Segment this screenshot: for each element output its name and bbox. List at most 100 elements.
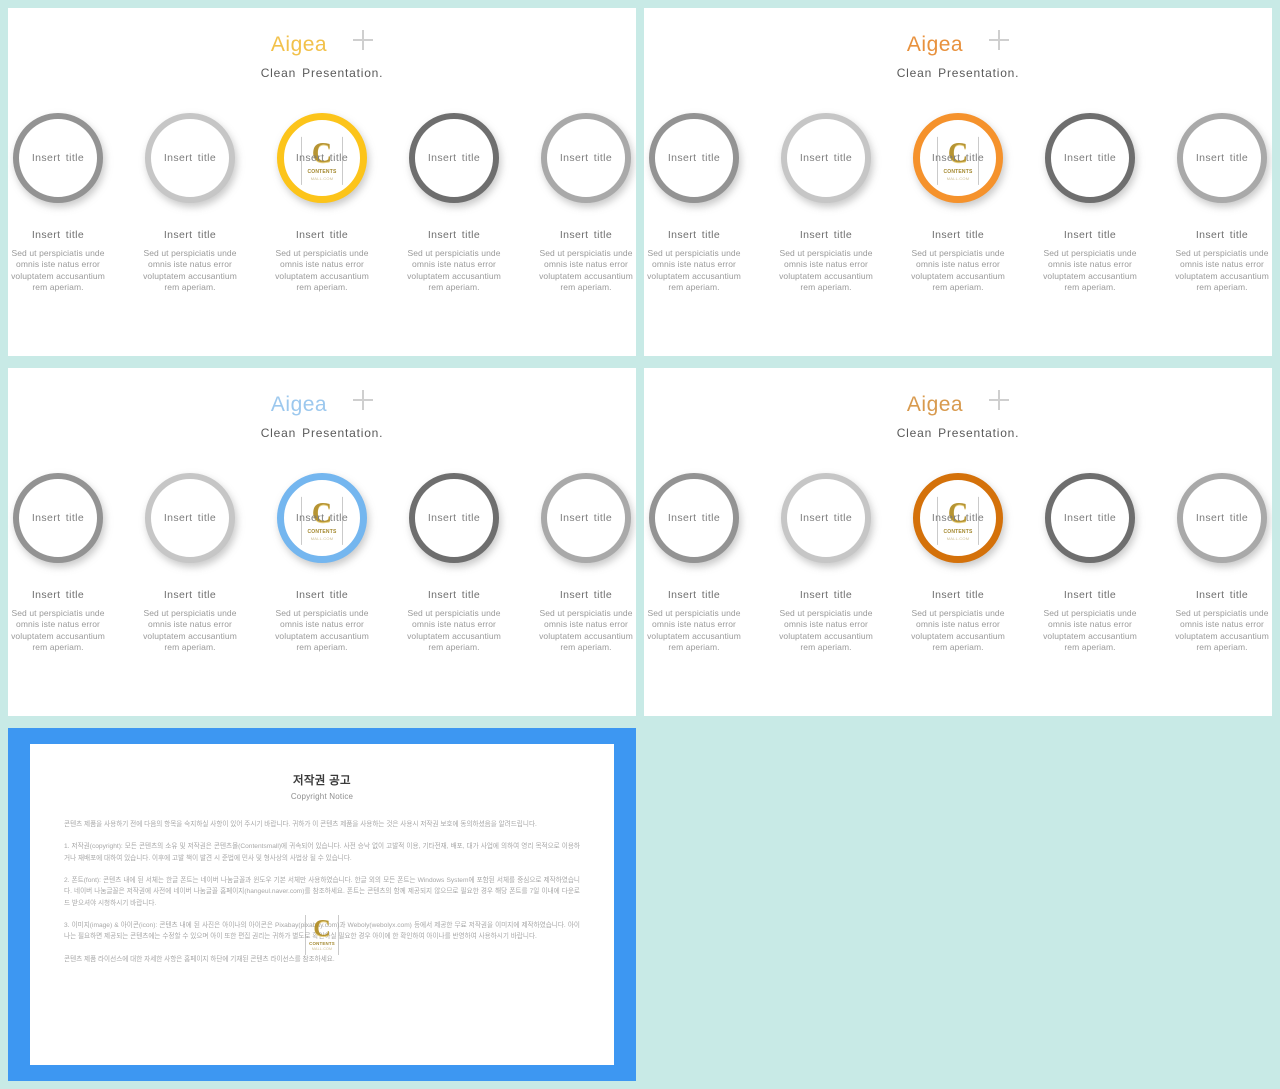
circle-ring[interactable]: Insert title bbox=[145, 113, 235, 203]
circle-ring-wrapper: Insert title bbox=[781, 113, 871, 203]
circle-ring[interactable]: Insert title bbox=[649, 473, 739, 563]
circle-ring[interactable]: Insert title bbox=[1045, 113, 1135, 203]
circle-item-body: Sed ut perspiciatis unde omnis iste natu… bbox=[1175, 248, 1269, 293]
circle-item-1: Insert title Insert title Sed ut perspicia… bbox=[644, 473, 746, 654]
circle-item-3: Insert title C CONTENTS MALL.COM Insert titl… bbox=[270, 473, 374, 654]
circle-item-title: Insert title bbox=[1195, 229, 1249, 241]
circle-item-4: Insert title Insert title Sed ut perspicia… bbox=[402, 113, 506, 294]
slide-panel-3[interactable]: Aigea Clean Presentation. Insert title In… bbox=[8, 368, 636, 716]
circle-ring-highlighted[interactable]: Insert title C CONTENTS MALL.COM bbox=[913, 473, 1003, 563]
circle-ring[interactable]: Insert title bbox=[409, 113, 499, 203]
circle-ring-label: Insert title bbox=[931, 512, 985, 524]
circle-item-body: Sed ut perspiciatis unde omnis iste natu… bbox=[911, 248, 1005, 293]
circle-ring[interactable]: Insert title bbox=[541, 113, 631, 203]
slide-tagline: Clean Presentation. bbox=[896, 426, 1020, 440]
circle-item-5: Insert title Insert title Sed ut perspicia… bbox=[534, 113, 636, 294]
copyright-paragraph-1: 콘텐츠 제품을 사용하기 전에 다음의 항목을 숙지하실 사항이 있어 주시기 … bbox=[64, 821, 537, 828]
brand-title: Aigea bbox=[270, 33, 328, 56]
slide-panel-2[interactable]: Aigea Clean Presentation. Insert title In… bbox=[644, 8, 1272, 356]
circle-ring-highlighted[interactable]: Insert title C CONTENTS MALL.COM bbox=[913, 113, 1003, 203]
circle-ring-label: Insert title bbox=[667, 512, 721, 524]
circle-item-body: Sed ut perspiciatis unde omnis iste natu… bbox=[539, 248, 633, 293]
copyright-title: 저작권 공고 bbox=[293, 775, 351, 787]
circle-ring-wrapper: Insert title C CONTENTS MALL.COM bbox=[277, 113, 367, 203]
circle-ring-label: Insert title bbox=[1063, 152, 1117, 164]
copyright-paragraph-2: 1. 저작권(copyright): 모든 콘텐츠의 소유 및 저작권은 콘텐츠… bbox=[64, 843, 580, 862]
circle-ring-label: Insert title bbox=[1195, 512, 1249, 524]
circle-row: Insert title Insert title Sed ut perspicia… bbox=[644, 113, 1272, 294]
circle-ring[interactable]: Insert title bbox=[541, 473, 631, 563]
circle-ring-highlighted[interactable]: Insert title C CONTENTS MALL.COM bbox=[277, 473, 367, 563]
circle-ring[interactable]: Insert title bbox=[1177, 473, 1267, 563]
copyright-body: C CONTENTS MALL.COM 콘텐츠 제품을 사용하기 전에 다음의 … bbox=[64, 819, 580, 965]
circle-ring-wrapper: Insert title bbox=[1177, 473, 1267, 563]
circle-ring-label: Insert title bbox=[799, 512, 853, 524]
circle-item-body: Sed ut perspiciatis unde omnis iste natu… bbox=[143, 608, 237, 653]
circle-row: Insert title Insert title Sed ut perspicia… bbox=[644, 473, 1272, 654]
circle-ring-wrapper: Insert title bbox=[145, 113, 235, 203]
circle-ring[interactable]: Insert title bbox=[781, 113, 871, 203]
circle-item-title: Insert title bbox=[295, 589, 349, 601]
copyright-paragraph-4: 3. 이미지(image) & 아이콘(icon): 콘텐츠 내에 된 사진은 … bbox=[64, 921, 580, 941]
slide-panel-1[interactable]: Aigea Clean Presentation. Insert title In… bbox=[8, 8, 636, 356]
plus-icon bbox=[353, 390, 374, 410]
circle-item-1: Insert title Insert title Sed ut perspicia… bbox=[8, 473, 110, 654]
slide-panel-copyright-notice[interactable]: 저작권 공고 Copyright Notice C CONTENTS MALL.… bbox=[8, 728, 636, 1081]
circle-ring-highlighted[interactable]: Insert title C CONTENTS MALL.COM bbox=[277, 113, 367, 203]
slide-tagline: Clean Presentation. bbox=[260, 66, 384, 80]
circle-item-body: Sed ut perspiciatis unde omnis iste natu… bbox=[647, 248, 741, 293]
circle-ring-label: Insert title bbox=[667, 152, 721, 164]
circle-ring-label: Insert title bbox=[1063, 512, 1117, 524]
circle-item-4: Insert title Insert title Sed ut perspicia… bbox=[1038, 113, 1142, 294]
circle-item-body: Sed ut perspiciatis unde omnis iste natu… bbox=[539, 608, 633, 653]
watermark-line1: CONTENTS bbox=[943, 168, 973, 175]
circle-ring-wrapper: Insert title C CONTENTS MALL.COM bbox=[277, 473, 367, 563]
watermark-line2: MALL.COM bbox=[946, 175, 970, 181]
circle-row: Insert title Insert title Sed ut perspicia… bbox=[8, 473, 636, 654]
copyright-document: 저작권 공고 Copyright Notice C CONTENTS MALL.… bbox=[30, 744, 614, 1065]
circle-ring-wrapper: Insert title bbox=[649, 473, 739, 563]
watermark-line2: MALL.COM bbox=[311, 947, 333, 951]
circle-item-title: Insert title bbox=[427, 229, 481, 241]
circle-ring[interactable]: Insert title bbox=[1045, 473, 1135, 563]
circle-ring-label: Insert title bbox=[931, 152, 985, 164]
circle-item-title: Insert title bbox=[667, 589, 721, 601]
slide-header: Aigea Clean Presentation. bbox=[8, 368, 636, 440]
brand-title: Aigea bbox=[906, 393, 964, 416]
slide-header: Aigea Clean Presentation. bbox=[644, 8, 1272, 80]
slide-panel-4[interactable]: Aigea Clean Presentation. Insert title In… bbox=[644, 368, 1272, 716]
circle-ring-wrapper: Insert title bbox=[409, 473, 499, 563]
brand-row: Aigea bbox=[644, 30, 1272, 56]
circle-item-body: Sed ut perspiciatis unde omnis iste natu… bbox=[11, 248, 105, 293]
circle-item-body: Sed ut perspiciatis unde omnis iste natu… bbox=[779, 608, 873, 653]
circle-item-title: Insert title bbox=[559, 229, 613, 241]
circle-item-body: Sed ut perspiciatis unde omnis iste natu… bbox=[1175, 608, 1269, 653]
circle-ring[interactable]: Insert title bbox=[781, 473, 871, 563]
circle-item-title: Insert title bbox=[799, 589, 853, 601]
slide-header: Aigea Clean Presentation. bbox=[644, 368, 1272, 440]
circle-ring-label: Insert title bbox=[163, 152, 217, 164]
circle-item-body: Sed ut perspiciatis unde omnis iste natu… bbox=[779, 248, 873, 293]
circle-item-body: Sed ut perspiciatis unde omnis iste natu… bbox=[1043, 608, 1137, 653]
circle-ring-label: Insert title bbox=[295, 512, 349, 524]
brand-title: Aigea bbox=[906, 33, 964, 56]
circle-ring-wrapper: Insert title C CONTENTS MALL.COM bbox=[913, 473, 1003, 563]
watermark-line1: CONTENTS bbox=[307, 168, 337, 175]
circle-item-title: Insert title bbox=[163, 589, 217, 601]
circle-item-body: Sed ut perspiciatis unde omnis iste natu… bbox=[11, 608, 105, 653]
circle-item-2: Insert title Insert title Sed ut perspicia… bbox=[774, 113, 878, 294]
circle-ring[interactable]: Insert title bbox=[409, 473, 499, 563]
circle-ring[interactable]: Insert title bbox=[1177, 113, 1267, 203]
circle-ring[interactable]: Insert title bbox=[13, 473, 103, 563]
circle-item-body: Sed ut perspiciatis unde omnis iste natu… bbox=[407, 248, 501, 293]
circle-ring[interactable]: Insert title bbox=[13, 113, 103, 203]
circle-row: Insert title Insert title Sed ut perspicia… bbox=[8, 113, 636, 294]
circle-ring[interactable]: Insert title bbox=[649, 113, 739, 203]
circle-item-body: Sed ut perspiciatis unde omnis iste natu… bbox=[911, 608, 1005, 653]
copyright-subtitle: Copyright Notice bbox=[290, 792, 354, 801]
circle-ring-wrapper: Insert title C CONTENTS MALL.COM bbox=[913, 113, 1003, 203]
circle-ring-wrapper: Insert title bbox=[781, 473, 871, 563]
circle-item-body: Sed ut perspiciatis unde omnis iste natu… bbox=[407, 608, 501, 653]
slide-tagline: Clean Presentation. bbox=[896, 66, 1020, 80]
circle-ring[interactable]: Insert title bbox=[145, 473, 235, 563]
